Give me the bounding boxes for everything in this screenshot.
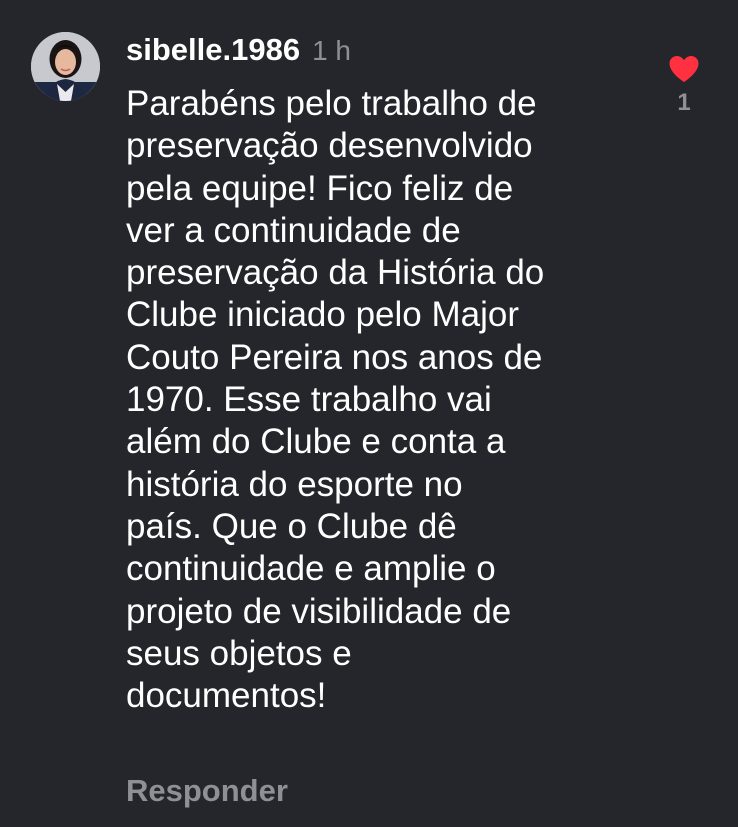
reply-button[interactable]: Responder [126, 773, 288, 809]
like-count: 1 [677, 89, 691, 116]
like-control: 1 [664, 55, 704, 117]
comment-text: Parabéns pelo trabalho de preservação de… [126, 84, 545, 716]
avatar[interactable] [31, 32, 100, 101]
comment-header: sibelle.1986 1 h [126, 32, 351, 72]
timestamp: 1 h [312, 35, 352, 66]
username[interactable]: sibelle.1986 [126, 32, 300, 68]
heart-icon[interactable] [668, 55, 700, 83]
avatar-image [31, 32, 100, 101]
comment-item: sibelle.1986 1 h Parabéns pelo trabalho … [0, 0, 738, 827]
